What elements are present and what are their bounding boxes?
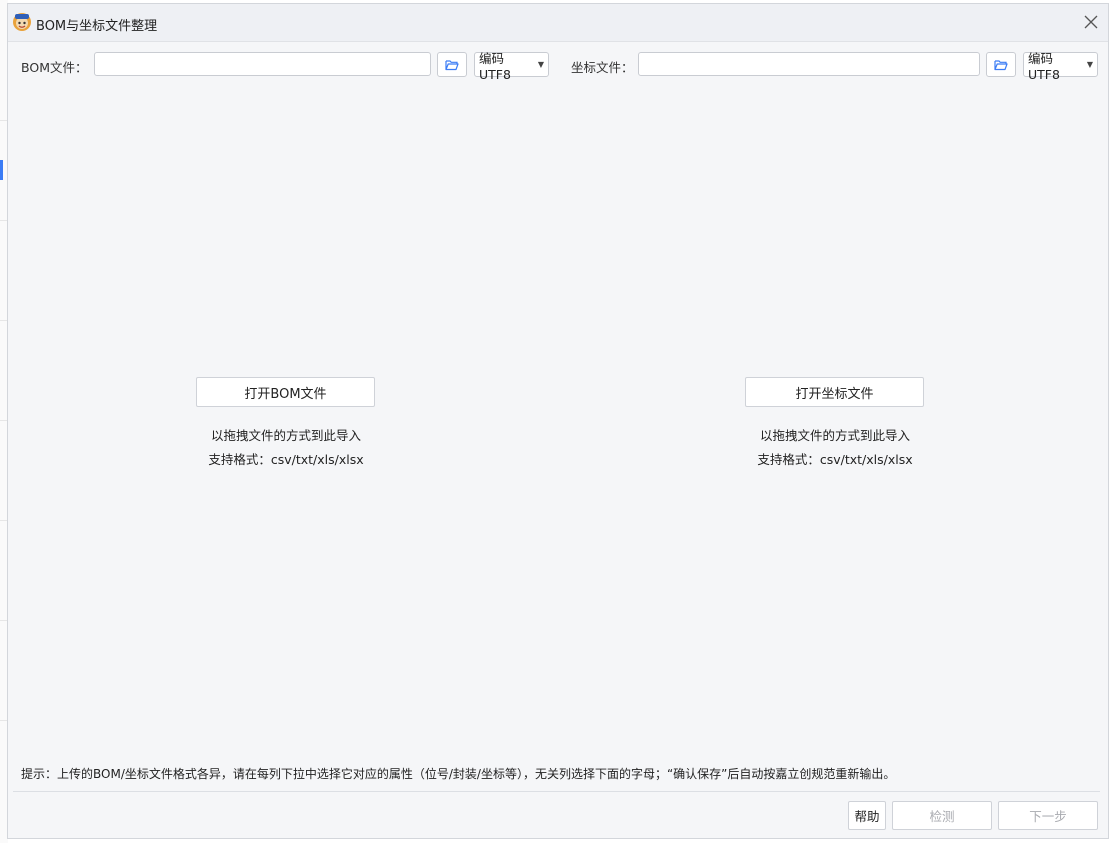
- coord-file-label: 坐标文件：: [571, 60, 634, 75]
- coord-supported-formats: 支持格式：csv/txt/xls/xlsx: [757, 452, 913, 467]
- check-button[interactable]: 检测: [892, 801, 992, 830]
- coord-encoding-value: 编码UTF8: [1028, 50, 1060, 82]
- folder-open-icon: [994, 59, 1008, 70]
- bom-drag-hint: 以拖拽文件的方式到此导入: [210, 428, 361, 443]
- coord-encoding-select[interactable]: 编码UTF8 ▼: [1023, 51, 1098, 82]
- open-coord-file-button[interactable]: 打开坐标文件: [745, 377, 924, 407]
- app-logo-icon: [13, 13, 31, 31]
- tip-text: 提示：上传的BOM/坐标文件格式各异，请在每列下拉中选择它对应的属性（位号/封装…: [21, 767, 896, 781]
- bom-coordinate-dialog: BOM与坐标文件整理 BOM文件： 编码UTF8 ▼ 坐标文件： 编码UTF8 …: [7, 3, 1109, 839]
- open-bom-file-button[interactable]: 打开BOM文件: [196, 377, 375, 407]
- coord-drag-hint: 以拖拽文件的方式到此导入: [759, 428, 910, 443]
- bom-encoding-select[interactable]: 编码UTF8 ▼: [474, 51, 549, 82]
- window-title: BOM与坐标文件整理: [36, 19, 158, 34]
- caret-down-icon: ▼: [1086, 60, 1093, 69]
- bom-file-label: BOM文件：: [21, 60, 88, 75]
- bom-browse-button[interactable]: [437, 52, 467, 77]
- title-bar: BOM与坐标文件整理: [8, 4, 1108, 42]
- bom-encoding-value: 编码UTF8: [479, 50, 511, 82]
- caret-down-icon: ▼: [537, 60, 544, 69]
- coord-file-path-input[interactable]: [638, 52, 980, 76]
- bom-file-path-input[interactable]: [94, 52, 431, 76]
- footer-divider: [13, 791, 1100, 792]
- coord-browse-button[interactable]: [986, 52, 1016, 77]
- next-step-button[interactable]: 下一步: [998, 801, 1098, 830]
- folder-open-icon: [445, 59, 459, 70]
- help-button[interactable]: 帮助: [848, 801, 886, 830]
- bom-supported-formats: 支持格式：csv/txt/xls/xlsx: [208, 452, 364, 467]
- close-icon[interactable]: [1082, 13, 1100, 31]
- selection-marker: [0, 160, 3, 180]
